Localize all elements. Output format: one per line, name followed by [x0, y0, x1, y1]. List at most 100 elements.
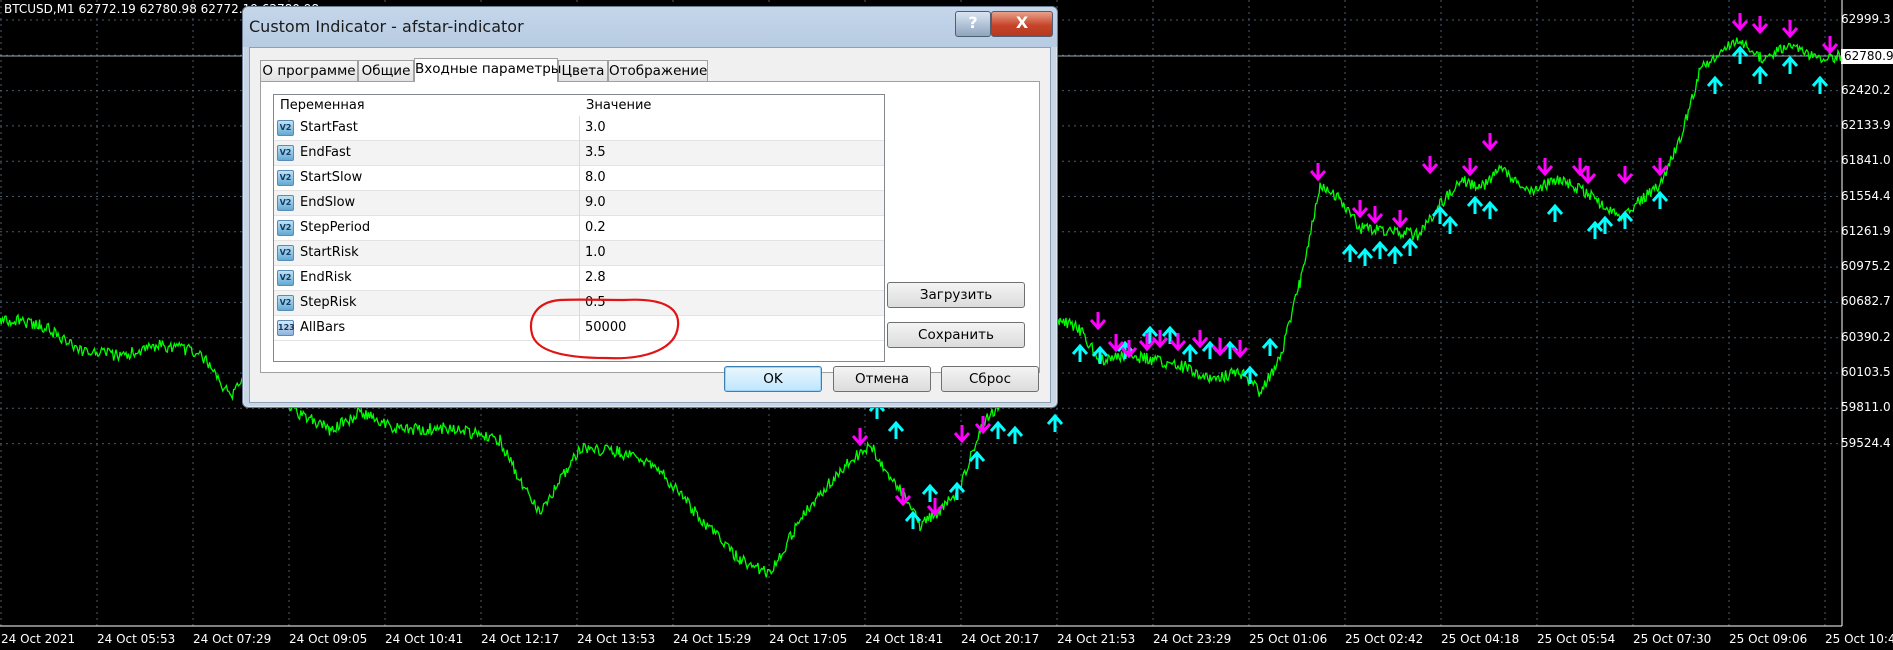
sell-arrow-icon	[953, 425, 971, 444]
time-tick-label: 24 Oct 18:41	[865, 632, 944, 646]
variable-name: EndFast	[300, 145, 351, 160]
buy-arrow-icon	[1071, 343, 1089, 362]
int-var-icon: 123	[277, 320, 295, 336]
sell-arrow-icon	[1781, 20, 1799, 39]
value-cell[interactable]: 3.5	[580, 141, 884, 166]
price-tick-label: 60682.7	[1841, 294, 1891, 309]
value-cell[interactable]: 9.0	[580, 191, 884, 216]
grid-row-startfast[interactable]: V2 StartFast 3.0	[274, 116, 884, 141]
buy-arrow-icon	[1616, 210, 1634, 229]
sell-arrow-icon	[1421, 156, 1439, 175]
grid-row-endfast[interactable]: V2 EndFast 3.5	[274, 141, 884, 166]
real-var-icon: V2	[277, 195, 294, 211]
variable-value: 9.0	[585, 195, 606, 210]
buy-arrow-icon	[1386, 245, 1404, 264]
value-cell[interactable]: 8.0	[580, 166, 884, 191]
ok-button[interactable]: OK	[724, 366, 822, 392]
buy-arrow-icon	[1356, 247, 1374, 266]
time-tick-label: 25 Oct 07:30	[1633, 632, 1712, 646]
price-tick-label: 62999.3	[1841, 12, 1891, 26]
buy-arrow-icon	[1546, 203, 1564, 222]
buy-arrow-icon	[989, 420, 1007, 439]
variable-name: StartRisk	[300, 245, 359, 260]
buy-arrow-icon	[1651, 190, 1669, 209]
grid-row-startrisk[interactable]: V2 StartRisk 1.0	[274, 241, 884, 266]
value-cell[interactable]: 0.5	[580, 291, 884, 316]
help-button[interactable]: ?	[955, 11, 991, 37]
real-var-icon: V2	[277, 220, 294, 236]
buy-arrow-icon	[1006, 425, 1024, 444]
header-value[interactable]: Значение	[580, 95, 651, 116]
grid-row-endrisk[interactable]: V2 EndRisk 2.8	[274, 266, 884, 291]
real-var-icon: V2	[277, 295, 294, 311]
inputs-panel: Переменная Значение V2 StartFast 3.0 V2 EndF…	[260, 81, 1040, 373]
variable-name: EndSlow	[300, 195, 356, 210]
grid-row-allbars[interactable]: 123 AllBars 50000	[274, 316, 884, 341]
tab-visualization[interactable]: Отображение	[608, 60, 708, 81]
sell-arrow-icon	[1309, 163, 1327, 182]
variable-cell[interactable]: V2 StartRisk	[274, 241, 580, 266]
price-tick-label: 59524.4	[1841, 435, 1891, 450]
time-tick-label: 24 Oct 12:17	[481, 632, 560, 646]
buy-arrow-icon	[1401, 237, 1419, 256]
grid-row-stepperiod[interactable]: V2 StepPeriod 0.2	[274, 216, 884, 241]
buy-arrow-icon	[1181, 343, 1199, 362]
grid-row-startslow[interactable]: V2 StartSlow 8.0	[274, 166, 884, 191]
sell-arrow-icon	[1351, 200, 1369, 219]
load-button[interactable]: Загрузить	[887, 282, 1025, 308]
price-tick-label: 61261.9	[1841, 223, 1891, 238]
variable-cell[interactable]: V2 StepPeriod	[274, 216, 580, 241]
dialog-title: Custom Indicator - afstar-indicator	[249, 17, 524, 36]
value-cell[interactable]: 50000	[580, 316, 884, 341]
buy-arrow-icon	[1481, 200, 1499, 219]
buy-arrow-icon	[1781, 55, 1799, 74]
grid-row-steprisk[interactable]: V2 StepRisk 0.5	[274, 291, 884, 316]
time-tick-label: 24 Oct 17:05	[769, 632, 848, 646]
value-cell[interactable]: 3.0	[580, 116, 884, 141]
dialog-titlebar[interactable]: Custom Indicator - afstar-indicator ? X	[243, 7, 1057, 47]
real-var-icon: V2	[277, 245, 294, 261]
variable-cell[interactable]: V2 StartFast	[274, 116, 580, 141]
save-button[interactable]: Сохранить	[887, 322, 1025, 348]
value-cell[interactable]: 0.2	[580, 216, 884, 241]
close-button[interactable]: X	[991, 11, 1053, 37]
sell-arrow-icon	[1751, 16, 1769, 35]
tab-colors[interactable]: Цвета	[558, 60, 608, 81]
time-tick-label: 24 Oct 07:29	[193, 632, 272, 646]
reset-button[interactable]: Сброс	[941, 366, 1039, 392]
tab-inputs[interactable]: Входные параметры	[414, 58, 561, 82]
buy-arrow-icon	[1201, 340, 1219, 359]
tab-about[interactable]: О программе	[260, 60, 358, 81]
time-tick-label: 24 Oct 23:29	[1153, 632, 1232, 646]
variable-cell[interactable]: 123 AllBars	[274, 316, 580, 341]
header-variable[interactable]: Переменная	[274, 95, 365, 116]
sell-arrow-icon	[1731, 13, 1749, 32]
cancel-button[interactable]: Отмена	[833, 366, 931, 392]
grid-row-endslow[interactable]: V2 EndSlow 9.0	[274, 191, 884, 216]
variable-value: 2.8	[585, 270, 606, 285]
time-tick-label: 25 Oct 10:4	[1825, 632, 1893, 646]
variable-value: 8.0	[585, 170, 606, 185]
variable-name: EndRisk	[300, 270, 352, 285]
buy-arrow-icon	[1371, 240, 1389, 259]
variable-cell[interactable]: V2 EndSlow	[274, 191, 580, 216]
variable-cell[interactable]: V2 EndFast	[274, 141, 580, 166]
variable-name: AllBars	[300, 320, 346, 335]
value-cell[interactable]: 1.0	[580, 241, 884, 266]
sell-arrow-icon	[1536, 158, 1554, 177]
sell-arrow-icon	[1461, 158, 1479, 177]
grid-header: Переменная Значение	[274, 95, 884, 116]
real-var-icon: V2	[277, 170, 294, 186]
tab-common[interactable]: Общие	[358, 60, 414, 81]
price-tick-label: 60103.5	[1841, 365, 1891, 379]
variable-cell[interactable]: V2 StartSlow	[274, 166, 580, 191]
variable-value: 3.0	[585, 120, 606, 135]
time-tick-label: 25 Oct 04:18	[1441, 632, 1520, 646]
sell-arrow-icon	[1211, 338, 1229, 357]
value-cell[interactable]: 2.8	[580, 266, 884, 291]
real-var-icon: V2	[277, 270, 294, 286]
parameters-grid[interactable]: Переменная Значение V2 StartFast 3.0 V2 EndF…	[273, 94, 885, 362]
variable-value: 1.0	[585, 245, 606, 260]
variable-cell[interactable]: V2 EndRisk	[274, 266, 580, 291]
variable-cell[interactable]: V2 StepRisk	[274, 291, 580, 316]
